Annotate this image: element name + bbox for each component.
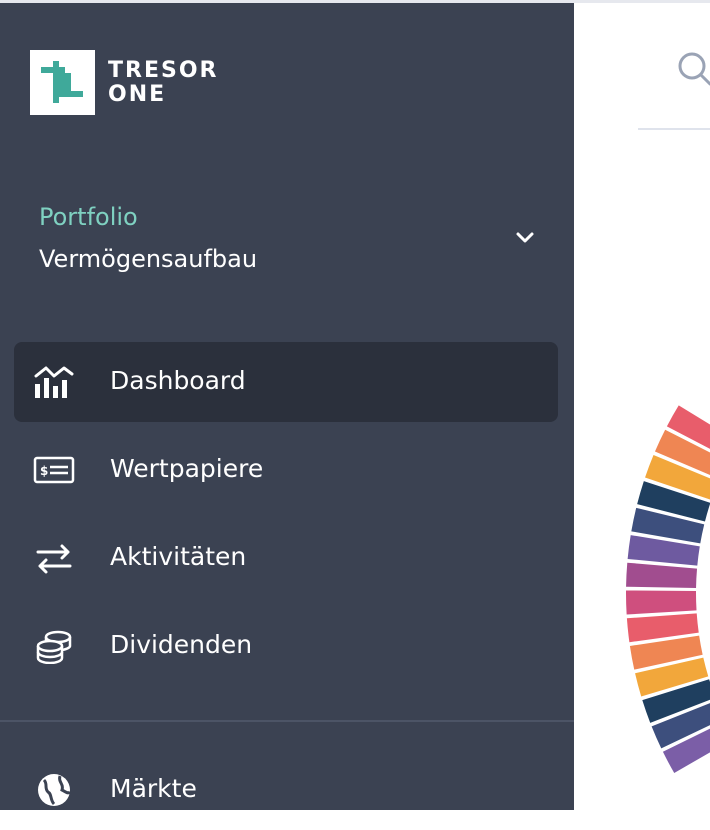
nav-item-dashboard[interactable]: Dashboard <box>14 342 558 422</box>
nav-label-wertpapiere: Wertpapiere <box>110 454 264 483</box>
portfolio-name: Vermögensaufbau <box>39 245 258 273</box>
tresor-one-logo-icon[interactable] <box>30 50 95 115</box>
main-content <box>574 3 710 810</box>
portfolio-label: Portfolio <box>39 203 138 231</box>
nav-item-dividenden[interactable]: Dividenden <box>14 606 558 686</box>
donut-segment[interactable] <box>626 562 698 588</box>
nav-item-aktivitaeten[interactable]: Aktivitäten <box>14 518 558 598</box>
sidebar: TRESOR ONE Portfolio Vermögensaufbau Das… <box>0 3 574 810</box>
brand-line1: TRESOR <box>108 58 219 83</box>
search-icon[interactable] <box>674 48 710 88</box>
coins-icon <box>36 630 72 664</box>
nav-label-aktivitaeten: Aktivitäten <box>110 542 247 571</box>
brand-line2: ONE <box>108 82 167 107</box>
allocation-donut-chart[interactable] <box>626 368 710 810</box>
svg-text:$: $ <box>40 464 48 478</box>
brand-wordmark[interactable]: TRESOR ONE <box>108 59 218 107</box>
donut-segments <box>626 405 710 773</box>
globe-icon <box>38 774 72 806</box>
nav-item-maerkte[interactable]: Märkte <box>14 750 558 830</box>
donut-segment[interactable] <box>626 590 697 615</box>
nav-label-dividenden: Dividenden <box>110 630 253 659</box>
chart-icon <box>34 366 74 398</box>
nav-label-dashboard: Dashboard <box>110 366 246 395</box>
nav-item-wertpapiere[interactable]: $ Wertpapiere <box>14 430 558 510</box>
search-underline <box>638 128 710 130</box>
transfer-icon <box>36 544 72 574</box>
chevron-down-icon <box>516 232 534 243</box>
securities-icon: $ <box>33 456 75 484</box>
sidebar-divider <box>0 720 574 722</box>
nav-label-maerkte: Märkte <box>110 774 197 803</box>
portfolio-selector[interactable]: Portfolio Vermögensaufbau <box>0 193 574 293</box>
